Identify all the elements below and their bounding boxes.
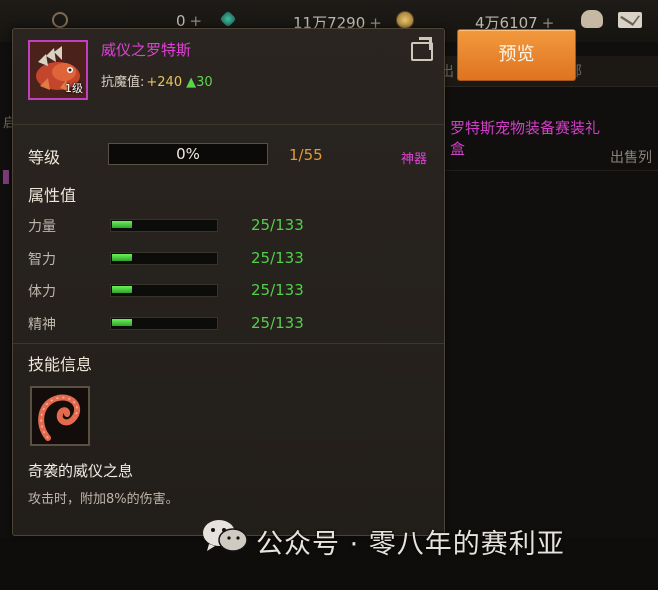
attribute-bar-fill — [112, 254, 132, 261]
attribute-name: 精神 — [28, 317, 56, 333]
shop-item-name[interactable]: 罗特斯宠物装备赛装礼盒 — [450, 118, 600, 160]
attribute-row: 体力 25/133 — [28, 281, 428, 301]
pet-tooltip: 1级 威仪之罗特斯 抗魔值: +240 ▲30 等级 0% 1/55 神器 属性值 … — [12, 28, 445, 536]
skill-description: 攻击时，附加8%的伤害。 — [28, 492, 179, 507]
skill-name: 奇袭的威仪之息 — [28, 462, 134, 480]
bag-icon[interactable] — [581, 10, 603, 28]
level-count: 1/55 — [289, 146, 323, 164]
refresh-icon[interactable] — [52, 12, 68, 28]
attribute-name: 体力 — [28, 284, 56, 300]
attribute-name: 力量 — [28, 219, 56, 235]
attribute-bar — [110, 284, 218, 297]
divider — [440, 170, 658, 171]
background-left-marker — [3, 170, 9, 184]
level-label: 等级 — [28, 148, 61, 167]
gem-icon — [219, 10, 237, 28]
share-icon[interactable] — [411, 37, 433, 61]
attribute-row: 力量 25/133 — [28, 216, 428, 236]
tentacle-icon — [38, 394, 81, 441]
attribute-bar-fill — [112, 319, 132, 326]
level-progress-bar: 0% — [108, 143, 268, 165]
divider — [13, 124, 444, 125]
attribute-value: 25/133 — [251, 216, 304, 234]
attribute-value: 25/133 — [251, 281, 304, 299]
attribute-bar-fill — [112, 221, 132, 228]
mail-icon[interactable] — [618, 12, 642, 28]
level-tag: 神器 — [401, 152, 428, 167]
attribute-bar — [110, 317, 218, 330]
skill-title: 技能信息 — [28, 355, 93, 374]
attribute-bar — [110, 252, 218, 265]
attributes-title: 属性值 — [28, 186, 77, 205]
pet-attribute: 抗魔值: +240 ▲30 — [101, 75, 213, 90]
coin-icon — [396, 11, 414, 29]
attribute-row: 精神 25/133 — [28, 314, 428, 334]
pet-portrait: 1级 — [28, 40, 88, 100]
attribute-bar — [110, 219, 218, 232]
portrait-level: 1级 — [65, 82, 83, 95]
attribute-row: 智力 25/133 — [28, 249, 428, 269]
wechat-icon — [203, 520, 248, 552]
attribute-name: 智力 — [28, 252, 56, 268]
attribute-value: 25/133 — [251, 314, 304, 332]
preview-button[interactable]: 预览 — [457, 29, 576, 81]
attribute-bar-fill — [112, 286, 132, 293]
divider — [13, 343, 444, 344]
pet-name: 威仪之罗特斯 — [101, 41, 192, 59]
attribute-value: 25/133 — [251, 249, 304, 267]
skill-icon[interactable] — [30, 386, 90, 446]
sell-list-label: 出售列 — [610, 150, 652, 166]
watermark-text: 公众号 · 零八年的赛利亚 — [256, 529, 565, 560]
level-progress-text: 0% — [176, 145, 200, 163]
